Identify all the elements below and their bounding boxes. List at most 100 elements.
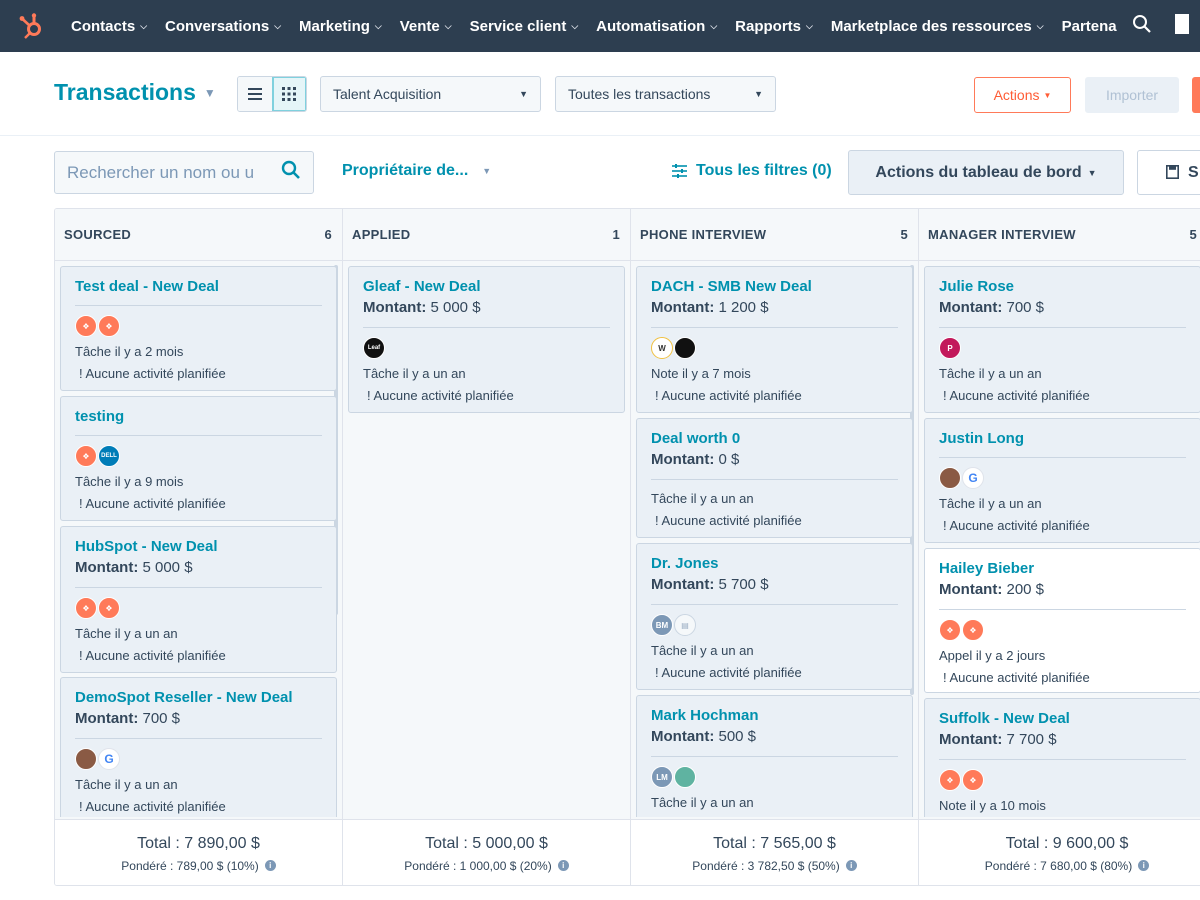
list-view-button[interactable] [238,77,272,111]
hubspot-avatar-icon[interactable]: ❖ [75,597,97,619]
page-title[interactable]: Transactions ▼ [54,79,216,106]
nav-item-automatisation[interactable]: Automatisation ⌵ [587,0,726,52]
nav-item-marketing[interactable]: Marketing ⌵ [290,0,391,52]
nav-item-vente[interactable]: Vente ⌵ [391,0,461,52]
deal-amount: Montant: 200 $ [939,579,1186,601]
pipeline-select[interactable]: Talent Acquisition ▼ [320,76,541,112]
column-footer: Total : 7 890,00 $ Pondéré : 789,00 $ (1… [55,819,342,885]
column-name: MANAGER INTERVIEW [928,227,1076,242]
search-icon[interactable] [1132,14,1152,39]
info-icon[interactable]: i [845,860,857,871]
column-header: MANAGER INTERVIEW 5 [919,209,1200,261]
column-name: PHONE INTERVIEW [640,227,767,242]
deal-card[interactable]: Deal worth 0 Montant: 0 $ Tâche il y a u… [636,418,913,538]
info-icon[interactable]: i [264,860,276,871]
hubspot-avatar-icon[interactable]: ❖ [939,619,961,641]
column-header: PHONE INTERVIEW 5 [631,209,918,261]
deal-amount: Montant: 7 700 $ [939,729,1186,751]
create-deal-button[interactable] [1192,77,1200,113]
search-input[interactable]: Rechercher un nom ou u [54,151,314,194]
deal-title[interactable]: Suffolk - New Deal [939,709,1186,729]
nav-item-service-client[interactable]: Service client ⌵ [461,0,588,52]
dell-logo-icon[interactable]: DELL [98,445,120,467]
deal-card[interactable]: Hailey Bieber Montant: 200 $ ❖ ❖ Appel il… [924,548,1200,693]
deal-card[interactable]: Julie Rose Montant: 700 $ P Tâche il y a… [924,266,1200,413]
deal-title[interactable]: testing [75,407,322,427]
deal-card[interactable]: Dr. Jones Montant: 5 700 $ BM ▤ Tâche il … [636,543,913,690]
contact-photo-avatar[interactable] [75,748,97,770]
nav-item-contacts[interactable]: Contacts ⌵ [62,0,156,52]
nav-item-conversations[interactable]: Conversations ⌵ [156,0,290,52]
board-column-manager-interview: MANAGER INTERVIEW 5 Julie Rose Montant: … [919,209,1200,885]
actions-button[interactable]: Actions ▼ [974,77,1071,113]
board-view-button[interactable] [271,77,306,111]
amount-value: 200 $ [1006,581,1045,598]
deal-title[interactable]: Mark Hochman [651,706,898,726]
hubspot-avatar-icon[interactable]: ❖ [962,769,984,791]
google-logo-icon[interactable]: G [962,467,984,489]
deal-title[interactable]: Test deal - New Deal [75,277,322,297]
deal-title[interactable]: DemoSpot Reseller - New Deal [75,688,322,708]
company-logo-avatar[interactable] [674,766,696,788]
deal-title[interactable]: DACH - SMB New Deal [651,277,898,297]
leaf-logo-avatar[interactable]: Leaf [363,337,385,359]
hubspot-avatar-icon[interactable]: ❖ [75,315,97,337]
weighted-value: Pondéré : 789,00 $ (10%) [121,858,259,873]
search-icon[interactable] [281,160,301,185]
company-logo-avatar[interactable] [674,337,696,359]
hubspot-logo-icon[interactable] [0,0,62,52]
deal-title[interactable]: Dr. Jones [651,554,898,574]
contact-photo-avatar[interactable] [939,467,961,489]
hubspot-avatar-icon[interactable]: ❖ [75,445,97,467]
deal-card[interactable]: HubSpot - New Deal Montant: 5 000 $ ❖ ❖ T… [60,526,337,673]
deal-card[interactable]: DACH - SMB New Deal Montant: 1 200 $ W N… [636,266,913,413]
nav-item-partenaires[interactable]: Partena [1053,0,1120,52]
contact-initials-avatar[interactable]: BM [651,614,673,636]
deal-card[interactable]: testing ❖ DELL Tâche il y a 9 mois ! Aucu… [60,396,337,521]
deal-card[interactable]: Justin Long G Tâche il y a un an ! Aucun… [924,418,1200,543]
nav-label: Marketplace des ressources [830,17,1032,35]
import-button[interactable]: Importer [1085,77,1179,113]
search-placeholder: Rechercher un nom ou u [67,162,255,182]
associated-avatars: G [75,747,322,771]
owner-filter[interactable]: Propriétaire de... ▼ [342,162,491,180]
board-actions-button[interactable]: Actions du tableau de bord ▼ [848,150,1124,195]
deal-card[interactable]: Suffolk - New Deal Montant: 7 700 $ ❖ ❖ N… [924,698,1200,817]
deal-card[interactable]: Test deal - New Deal ❖ ❖ Tâche il y a 2 m… [60,266,337,391]
deal-card[interactable]: Gleaf - New Deal Montant: 5 000 $ Leaf T… [348,266,625,413]
info-icon[interactable]: i [557,860,569,871]
deal-title[interactable]: Justin Long [939,429,1186,449]
column-body: Gleaf - New Deal Montant: 5 000 $ Leaf T… [343,261,630,817]
view-select[interactable]: Toutes les transactions ▼ [555,76,776,112]
last-activity: Tâche il y a un an [363,366,466,381]
hubspot-avatar-icon[interactable]: ❖ [939,769,961,791]
nav-item-rapports[interactable]: Rapports ⌵ [726,0,822,52]
google-logo-icon[interactable]: G [98,748,120,770]
deal-title[interactable]: Hailey Bieber [939,559,1186,579]
amount-value: 5 000 $ [142,559,193,576]
hubspot-avatar-icon[interactable]: ❖ [962,619,984,641]
deal-title[interactable]: Julie Rose [939,277,1186,297]
deal-card[interactable]: Mark Hochman Montant: 500 $ LM Tâche il … [636,695,913,817]
all-filters-button[interactable]: Tous les filtres (0) [672,162,832,180]
chevron-down-icon: ⌵ [444,20,452,31]
company-logo-avatar[interactable]: W [651,337,673,359]
associated-avatars: ❖ ❖ [75,596,322,620]
info-icon[interactable]: i [1138,860,1150,871]
view-select-value: Toutes les transactions [568,86,711,102]
contact-initials-avatar[interactable]: LM [651,766,673,788]
company-logo-avatar[interactable]: P [939,337,961,359]
hubspot-avatar-icon[interactable]: ❖ [98,597,120,619]
deal-card[interactable]: DemoSpot Reseller - New Deal Montant: 70… [60,677,337,817]
deal-title[interactable]: Deal worth 0 [651,429,898,449]
apps-grid-icon[interactable] [1174,13,1189,39]
last-activity: Appel il y a 2 jours [939,648,1046,663]
deal-title[interactable]: Gleaf - New Deal [363,277,610,297]
nav-label: Automatisation [596,17,706,35]
deal-title[interactable]: HubSpot - New Deal [75,537,322,557]
document-icon[interactable]: ▤ [674,614,696,636]
save-view-button[interactable]: S [1137,150,1200,195]
nav-item-marketplace[interactable]: Marketplace des ressources ⌵ [822,0,1053,52]
associated-avatars: BM ▤ [651,613,898,637]
hubspot-avatar-icon[interactable]: ❖ [98,315,120,337]
